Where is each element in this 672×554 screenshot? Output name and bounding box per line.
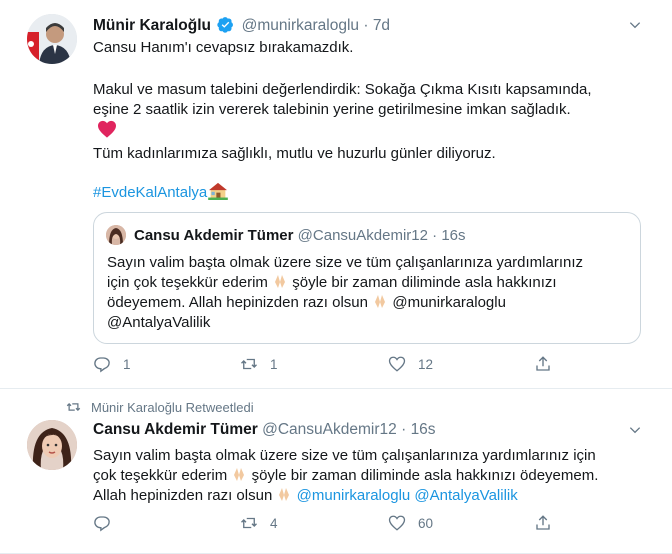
tweet-time[interactable]: 16s xyxy=(411,421,436,438)
quoted-text: Sayın valim başta olmak üzere size ve tü… xyxy=(107,253,627,333)
quoted-avatar[interactable] xyxy=(106,225,126,245)
tweet-text-line2a: çok teşekkür ederim xyxy=(93,467,228,484)
like-count: 12 xyxy=(418,356,434,372)
share-icon xyxy=(536,356,550,371)
quoted-text-line2b: şöyle bir zaman diliminde asla hakkınızı xyxy=(292,274,557,291)
share-icon xyxy=(536,515,550,530)
verified-badge-icon xyxy=(217,17,234,33)
retweeted-by-label[interactable]: Münir Karaloğlu Retweetledi xyxy=(91,400,254,415)
red-heart-icon xyxy=(98,120,116,138)
tweet-header: Cansu Akdemir Tümer @CansuAkdemir12 · 16… xyxy=(93,421,436,439)
separator: · xyxy=(363,17,369,34)
avatar-photo xyxy=(27,420,77,470)
tweet-text-para2-line2: eşine 2 saatlik izin vererek talebinin y… xyxy=(93,101,571,118)
retweet-context: Münir Karaloğlu Retweetledi xyxy=(66,400,254,415)
share-button[interactable] xyxy=(534,354,552,374)
mention-munirkaraloglu[interactable]: @munirkaraloglu xyxy=(297,487,411,504)
tweet-text-line2b: şöyle bir zaman diliminde asla hakkınızı… xyxy=(251,467,599,484)
retweet-icon xyxy=(66,402,81,412)
quoted-tweet[interactable]: Cansu Akdemir Tümer @CansuAkdemir12 · 16… xyxy=(93,212,641,344)
tweet-time[interactable]: 7d xyxy=(373,17,390,34)
hashtag-link[interactable]: #EvdeKalAntalya xyxy=(93,184,207,201)
quoted-author-name[interactable]: Cansu Akdemir Tümer xyxy=(134,227,294,244)
like-button[interactable]: 60 xyxy=(388,513,433,533)
tweet-text-para3: Tüm kadınlarımıza sağlıklı, mutlu ve huz… xyxy=(93,145,496,162)
reply-button[interactable] xyxy=(93,513,123,533)
quoted-author-handle[interactable]: @CansuAkdemir12 xyxy=(298,227,428,244)
retweet-count: 1 xyxy=(270,356,278,372)
quoted-header: Cansu Akdemir Tümer @CansuAkdemir12 · 16… xyxy=(134,227,466,244)
quoted-text-line1: Sayın valim başta olmak üzere size ve tü… xyxy=(107,254,584,271)
chevron-down-icon[interactable] xyxy=(628,423,642,437)
reply-icon xyxy=(94,516,110,532)
heart-icon xyxy=(388,515,406,531)
tweet-text-para1: Cansu Hanım'ı cevapsız bırakamazdık. xyxy=(93,39,354,56)
tweet-text: Sayın valim başta olmak üzere size ve tü… xyxy=(93,446,653,506)
folded-hands-icon xyxy=(275,275,286,288)
quoted-text-line3: ödeyemem. Allah hepinizden razı olsun @m… xyxy=(107,293,627,313)
tweet-text-para2-line1: Makul ve masum talebini değerlendirdik: … xyxy=(93,81,592,98)
reply-button[interactable]: 1 xyxy=(93,354,131,374)
hashtag-line: #EvdeKalAntalya xyxy=(93,182,229,203)
tweet-munir[interactable]: Münir Karaloğlu @munirkaraloglu · 7d Can… xyxy=(0,0,672,389)
author-handle[interactable]: @munirkaraloglu xyxy=(242,17,359,34)
quoted-mention-antalya: @AntalyaValilik xyxy=(107,314,211,331)
author-handle[interactable]: @CansuAkdemir12 xyxy=(262,421,397,438)
avatar[interactable] xyxy=(27,14,77,64)
retweet-icon xyxy=(241,517,257,529)
tweet-text-line1: Sayın valim başta olmak üzere size ve tü… xyxy=(93,447,596,464)
chevron-down-icon[interactable] xyxy=(628,18,642,32)
tweet-header: Münir Karaloğlu @munirkaraloglu · 7d xyxy=(93,16,390,35)
tweet-text-line2: çok teşekkür ederim şöyle bir zaman dili… xyxy=(93,466,653,486)
quoted-text-line2: için çok teşekkür ederim şöyle bir zaman… xyxy=(107,273,627,293)
avatar[interactable] xyxy=(27,420,77,470)
tweet-text-line3a: Allah hepinizden razı olsun xyxy=(93,487,273,504)
share-button[interactable] xyxy=(534,513,552,533)
reply-count: 1 xyxy=(123,356,131,372)
quoted-time[interactable]: 16s xyxy=(441,227,465,244)
tweet-text-line3: Allah hepinizden razı olsun @munirkaralo… xyxy=(93,486,653,506)
heart-icon xyxy=(388,356,406,372)
quoted-text-line3a: ödeyemem. Allah hepinizden razı olsun xyxy=(107,294,368,311)
reply-icon xyxy=(94,357,110,373)
folded-hands-icon xyxy=(375,295,386,308)
folded-hands-icon xyxy=(234,468,245,481)
author-name[interactable]: Münir Karaloğlu xyxy=(93,17,211,34)
folded-hands-icon xyxy=(279,488,290,501)
house-icon xyxy=(208,182,229,200)
tweet-cansu[interactable]: Münir Karaloğlu Retweetledi Cansu Akdemi… xyxy=(0,389,672,554)
quoted-text-line2a: için çok teşekkür ederim xyxy=(107,274,268,291)
retweet-count: 4 xyxy=(270,515,278,531)
mention-antalyavalilik[interactable]: @AntalyaValilik xyxy=(414,487,517,504)
separator: · xyxy=(432,227,438,244)
avatar-photo xyxy=(27,14,77,64)
author-name[interactable]: Cansu Akdemir Tümer xyxy=(93,421,258,438)
avatar-photo xyxy=(106,225,126,245)
retweet-button[interactable]: 4 xyxy=(240,513,278,533)
like-button[interactable]: 12 xyxy=(388,354,433,374)
quoted-mention-munir: @munirkaraloglu xyxy=(392,294,506,311)
retweet-button[interactable]: 1 xyxy=(240,354,278,374)
retweet-icon xyxy=(241,358,257,370)
like-count: 60 xyxy=(418,515,434,531)
separator: · xyxy=(401,421,407,438)
